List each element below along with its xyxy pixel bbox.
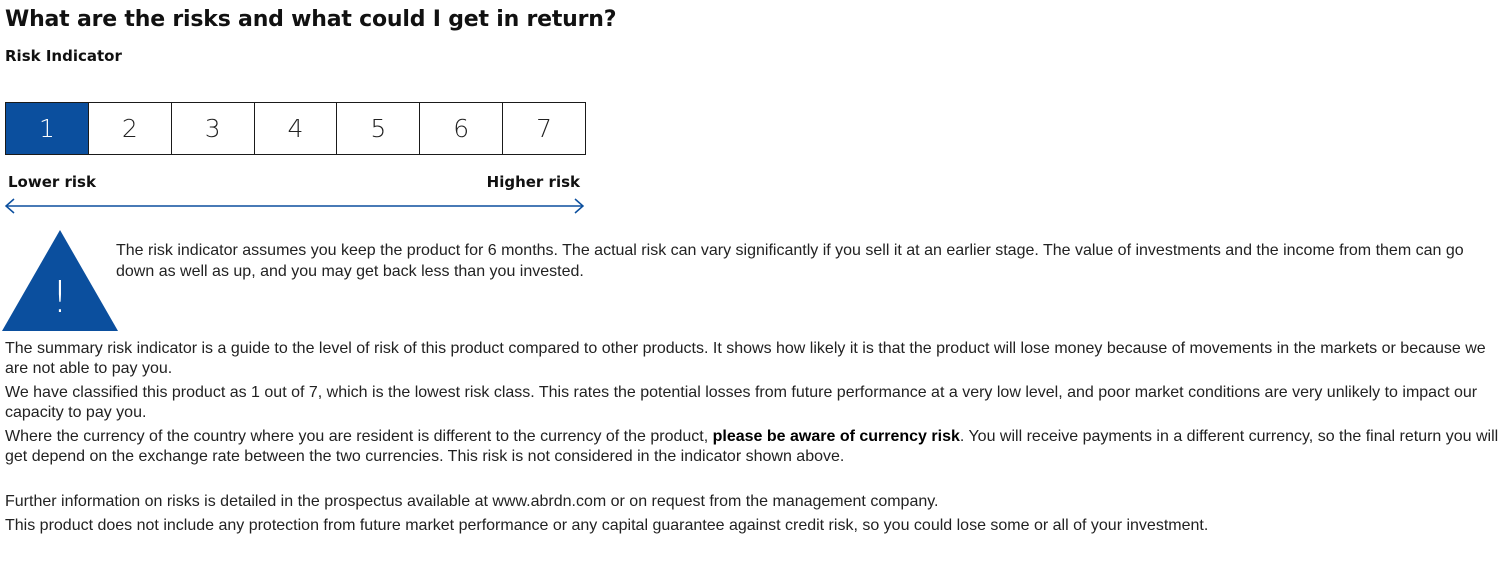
warning-text: The risk indicator assumes you keep the … <box>116 242 1464 280</box>
risk-level-7: 7 <box>536 114 553 143</box>
classification-paragraph: We have classified this product as 1 out… <box>5 384 1478 421</box>
risk-level-5: 5 <box>337 103 421 154</box>
double-arrow-icon <box>4 198 585 214</box>
risk-level-6: 6 <box>420 103 504 154</box>
warning-triangle-icon: ! <box>2 230 118 331</box>
protection-paragraph: This product does not include any protec… <box>5 517 1209 534</box>
lower-risk-label: Lower risk <box>8 173 96 191</box>
further-info-paragraph: Further information on risks is detailed… <box>5 493 939 510</box>
currency-paragraph: Where the currency of the country where … <box>5 427 1505 467</box>
risk-level-2: 2 <box>89 103 172 154</box>
summary-paragraph: The summary risk indicator is a guide to… <box>5 340 1486 377</box>
currency-text-before: Where the currency of the country where … <box>5 428 713 445</box>
risk-section: What are the risks and what could I get … <box>0 0 1511 588</box>
risk-scale: 1 2 3 4 5 6 7 <box>5 102 586 155</box>
risk-indicator-title: Risk Indicator <box>5 47 122 65</box>
risk-level-1: 1 <box>6 103 89 154</box>
higher-risk-label: Higher risk <box>486 173 580 191</box>
section-heading: What are the risks and what could I get … <box>5 7 617 32</box>
currency-risk-emphasis: please be aware of currency risk <box>712 428 960 445</box>
risk-level-4: 4 <box>255 103 338 154</box>
warning-symbol: ! <box>51 272 69 323</box>
risk-level-3: 3 <box>172 103 255 154</box>
